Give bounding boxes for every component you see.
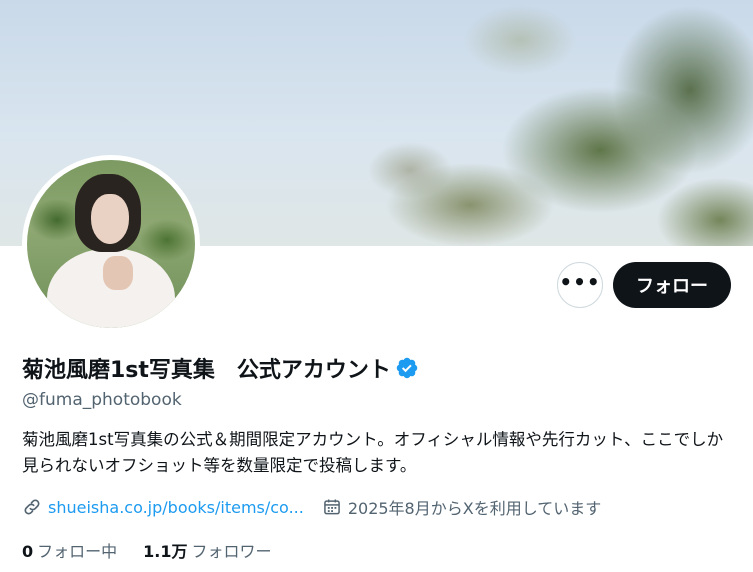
display-name: 菊池風磨1st写真集 公式アカウント bbox=[22, 358, 391, 383]
avatar-image bbox=[27, 160, 195, 328]
profile-stats: 0 フォロー中 1.1万 フォロワー bbox=[22, 538, 272, 562]
profile-name-row: 菊池風磨1st写真集 公式アカウント bbox=[22, 352, 419, 384]
following-stat[interactable]: 0 フォロー中 bbox=[22, 538, 117, 562]
followers-count: 1.1万 bbox=[143, 542, 188, 561]
avatar[interactable] bbox=[22, 155, 200, 333]
following-label: フォロー中 bbox=[37, 542, 118, 561]
website-link[interactable]: shueisha.co.jp/books/items/co... bbox=[48, 498, 304, 517]
more-horizontal-icon: ••• bbox=[559, 270, 601, 294]
user-handle: @fuma_photobook bbox=[22, 390, 182, 410]
profile-meta: shueisha.co.jp/books/items/co... 2025年8月… bbox=[22, 495, 601, 519]
link-icon bbox=[24, 499, 40, 515]
calendar-icon bbox=[323, 499, 340, 515]
website-item: shueisha.co.jp/books/items/co... bbox=[22, 497, 304, 517]
profile-bio: 菊池風磨1st写真集の公式＆期間限定アカウント。オフィシャル情報や先行カット、こ… bbox=[22, 430, 724, 475]
follow-button[interactable]: フォロー bbox=[613, 262, 731, 308]
following-count: 0 bbox=[22, 542, 34, 561]
followers-stat[interactable]: 1.1万 フォロワー bbox=[143, 538, 271, 562]
join-date: 2025年8月からXを利用しています bbox=[347, 499, 602, 518]
followers-label: フォロワー bbox=[191, 542, 272, 561]
verified-badge-icon[interactable] bbox=[395, 356, 419, 380]
join-date-item: 2025年8月からXを利用しています bbox=[322, 495, 601, 519]
more-options-button[interactable]: ••• bbox=[557, 262, 603, 308]
